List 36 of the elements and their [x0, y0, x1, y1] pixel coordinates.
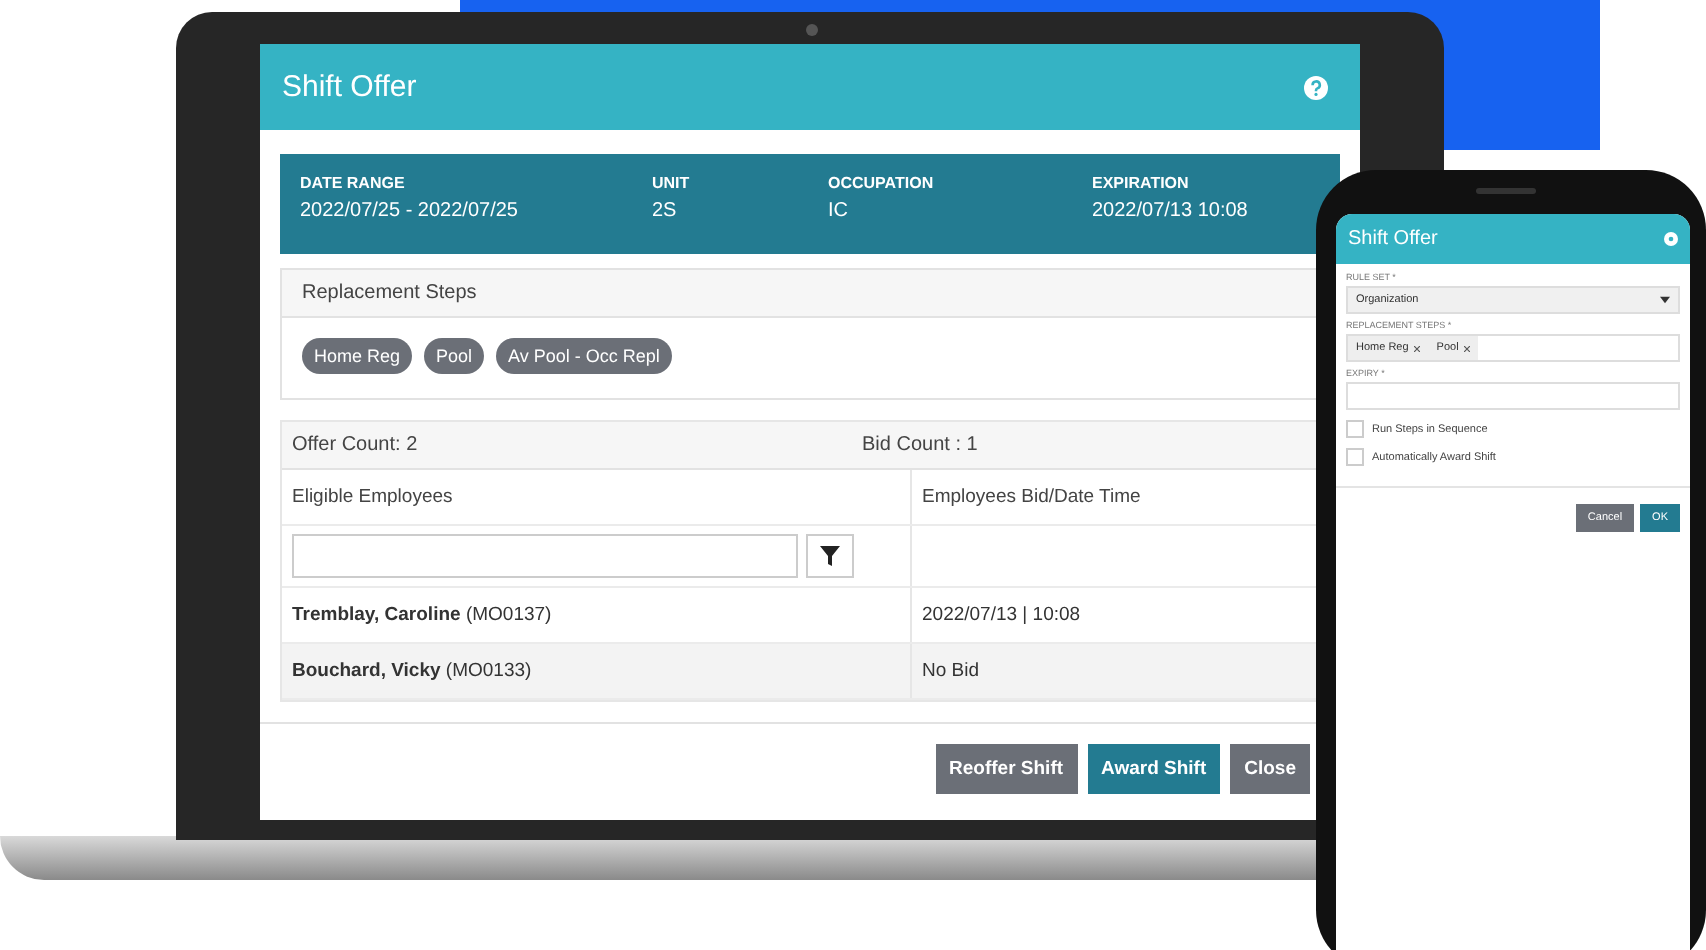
employee-cell: Tremblay, Caroline (MO0137) — [282, 588, 912, 642]
info-label: EXPIRATION — [1092, 174, 1191, 192]
panel-title: Replacement Steps — [302, 282, 477, 304]
info-label: OCCUPATION — [828, 174, 936, 192]
dialog-title: Shift Offer — [1348, 228, 1438, 250]
camera-icon — [806, 24, 818, 36]
column-header: Employees Bid/Date Time — [920, 484, 1143, 512]
column-header: Eligible Employees — [282, 470, 912, 524]
remove-icon[interactable] — [1464, 345, 1471, 351]
step-chip[interactable]: Pool — [424, 338, 485, 374]
info-value: 2S — [652, 200, 679, 222]
step-chip[interactable]: Home Reg — [302, 338, 413, 374]
info-value: 2022/07/13 10:08 — [1092, 200, 1248, 222]
caret-icon — [1660, 296, 1670, 304]
dialog-title: Shift Offer — [282, 70, 417, 104]
filter-field[interactable] — [292, 534, 798, 578]
info-label: UNIT — [652, 174, 692, 192]
dialog-button[interactable]: Close — [1230, 744, 1310, 794]
offer-count: Offer Count: 2 — [292, 434, 420, 456]
checkbox[interactable] — [1346, 420, 1364, 438]
dialog-button[interactable]: Reoffer Shift — [935, 744, 1078, 794]
filter-button[interactable] — [806, 534, 854, 578]
checkbox[interactable] — [1346, 448, 1364, 466]
bid-count: Bid Count : 1 — [862, 434, 978, 456]
dialog-button[interactable]: Award Shift — [1087, 744, 1221, 794]
remove-icon[interactable] — [1414, 345, 1421, 351]
bid-cell-text: No Bid — [920, 658, 982, 686]
speaker-icon — [1476, 188, 1536, 194]
info-value: 2022/07/25 - 2022/07/25 — [300, 200, 520, 222]
filter-icon — [820, 546, 840, 566]
bid-cell-text: 2022/07/13 | 10:08 — [920, 602, 1083, 630]
info-label: DATE RANGE — [300, 174, 407, 192]
employee-cell: Bouchard, Vicky (MO0133) — [282, 644, 912, 698]
input-field[interactable] — [1346, 382, 1680, 410]
step-chip[interactable]: Av Pool - Occ Repl — [496, 338, 672, 374]
info-value: IC — [828, 200, 850, 222]
